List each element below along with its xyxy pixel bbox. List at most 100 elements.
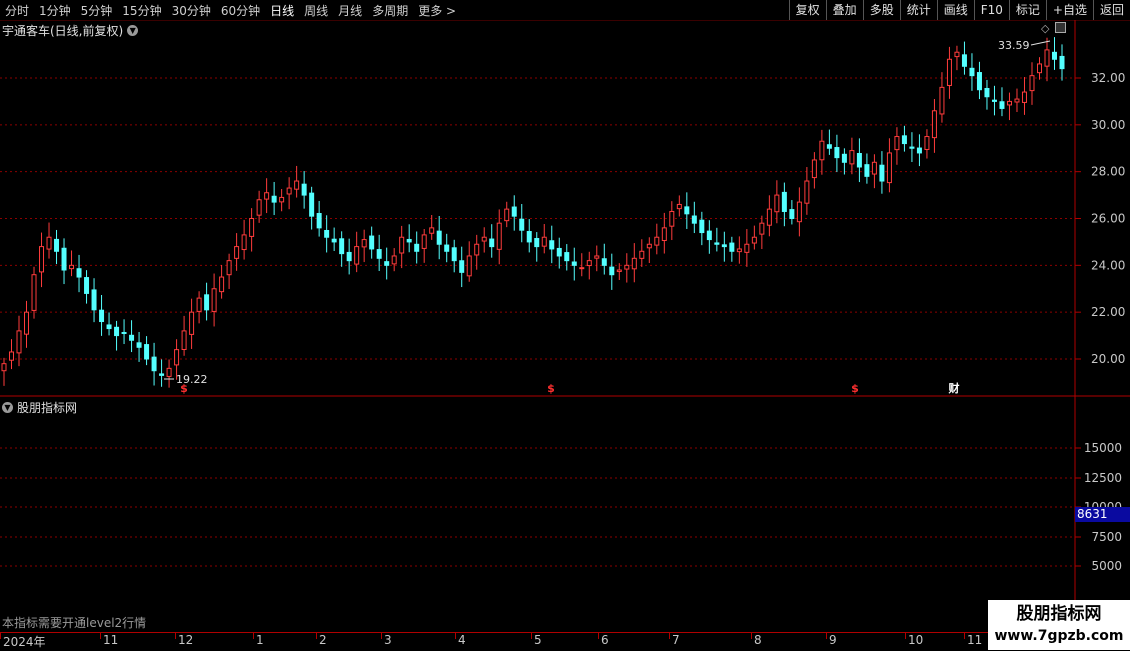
candle-body [9,351,15,361]
indicator-label: 12500 [1084,471,1122,485]
candle-body [406,238,412,243]
time-axis-label: 8 [754,633,762,647]
candle-body [661,227,667,242]
candle-body [204,294,210,311]
time-axis-tick [175,633,176,639]
time-axis-tick [826,633,827,639]
price-label: 32.00 [1091,71,1125,85]
candle-body [984,87,990,98]
candle-body [414,243,420,252]
candle-body [594,255,600,259]
event-marker: $ [851,382,859,395]
candle-body [1044,49,1050,67]
candle-body [474,243,480,256]
candle-body [16,330,22,354]
candle-body [264,192,270,200]
candle-body [624,264,630,270]
candle-body [504,208,510,222]
candle-body [669,210,675,227]
candle-body [811,159,817,179]
candle-body [61,247,67,271]
candle-body [496,222,502,250]
candle-body [451,247,457,262]
candle-body [804,180,810,204]
candle-body [699,219,705,234]
time-axis-label: 9 [829,633,837,647]
candle-body [721,244,727,248]
time-axis-tick [964,633,965,639]
candle-body [826,144,832,149]
candle-body [789,209,795,220]
candle-body [909,146,915,149]
candle-body [361,239,367,248]
candle-body [316,213,322,229]
time-axis: 2024年 11 12 1 2 3 4 5 6 7 8 9 10 11 [0,632,1075,651]
price-chart[interactable]: 32.0030.0028.0026.0024.0022.0020.0015000… [0,0,1130,650]
candle-body [991,99,997,102]
candle-body [31,274,37,311]
price-label: 20.00 [1091,352,1125,366]
time-axis-label: 2024年 [3,635,46,649]
candle-body [1036,63,1042,74]
time-axis-tick [669,633,670,639]
watermark-logo: 股朋指标网 www.7gpzb.com [988,600,1130,650]
candle-body [279,196,285,203]
candle-body [166,367,172,377]
candle-body [324,229,330,238]
time-axis-label: 11 [103,633,119,647]
candle-body [399,236,405,254]
candle-body [84,277,90,294]
time-axis-label: 5 [534,633,542,647]
candle-body [339,238,345,255]
time-axis-tick [905,633,906,639]
candle-body [1051,51,1057,60]
indicator-name[interactable]: 股朋指标网 [17,399,77,416]
candle-body [114,326,120,337]
candle-body [211,288,217,312]
candle-body [834,147,840,159]
candle-body [916,147,922,154]
candle-body [421,234,427,249]
candle-body [369,235,375,250]
watermark-line1: 股朋指标网 [1016,604,1102,624]
candle-body [249,218,255,237]
candle-body [129,334,135,341]
price-label: 30.00 [1091,118,1125,132]
time-axis-label: 1 [256,633,264,647]
candle-body [939,86,945,115]
indicator-label: 15000 [1084,441,1122,455]
candle-body [586,260,592,267]
candle-body [181,330,187,350]
chevron-down-icon[interactable]: ▼ [2,402,13,413]
candle-body [241,234,247,251]
candle-body [391,255,397,265]
candle-body [609,266,615,276]
candle-body [639,250,645,259]
candle-body [549,240,555,250]
candle-body [841,153,847,163]
candle-body [856,153,862,168]
price-label: 24.00 [1091,258,1125,272]
time-axis-label: 2 [319,633,327,647]
candle-body [151,356,157,372]
candle-body [526,231,532,243]
time-axis-label: 7 [672,633,680,647]
candle-body [24,311,30,335]
candle-body [684,206,690,215]
candle-body [871,161,877,175]
time-axis-tick [0,633,1,639]
candle-body [256,199,262,216]
price-label: 28.00 [1091,165,1125,179]
candle-body [459,260,465,273]
candle-body [1,363,7,372]
candle-body [46,236,52,250]
candle-body [234,246,240,259]
candle-body [106,324,112,330]
candle-body [534,238,540,248]
candle-body [76,268,82,278]
time-axis-tick [253,633,254,639]
candle-body [69,264,75,270]
candle-body [189,311,195,335]
candle-body [481,236,487,242]
candle-body [961,54,967,67]
